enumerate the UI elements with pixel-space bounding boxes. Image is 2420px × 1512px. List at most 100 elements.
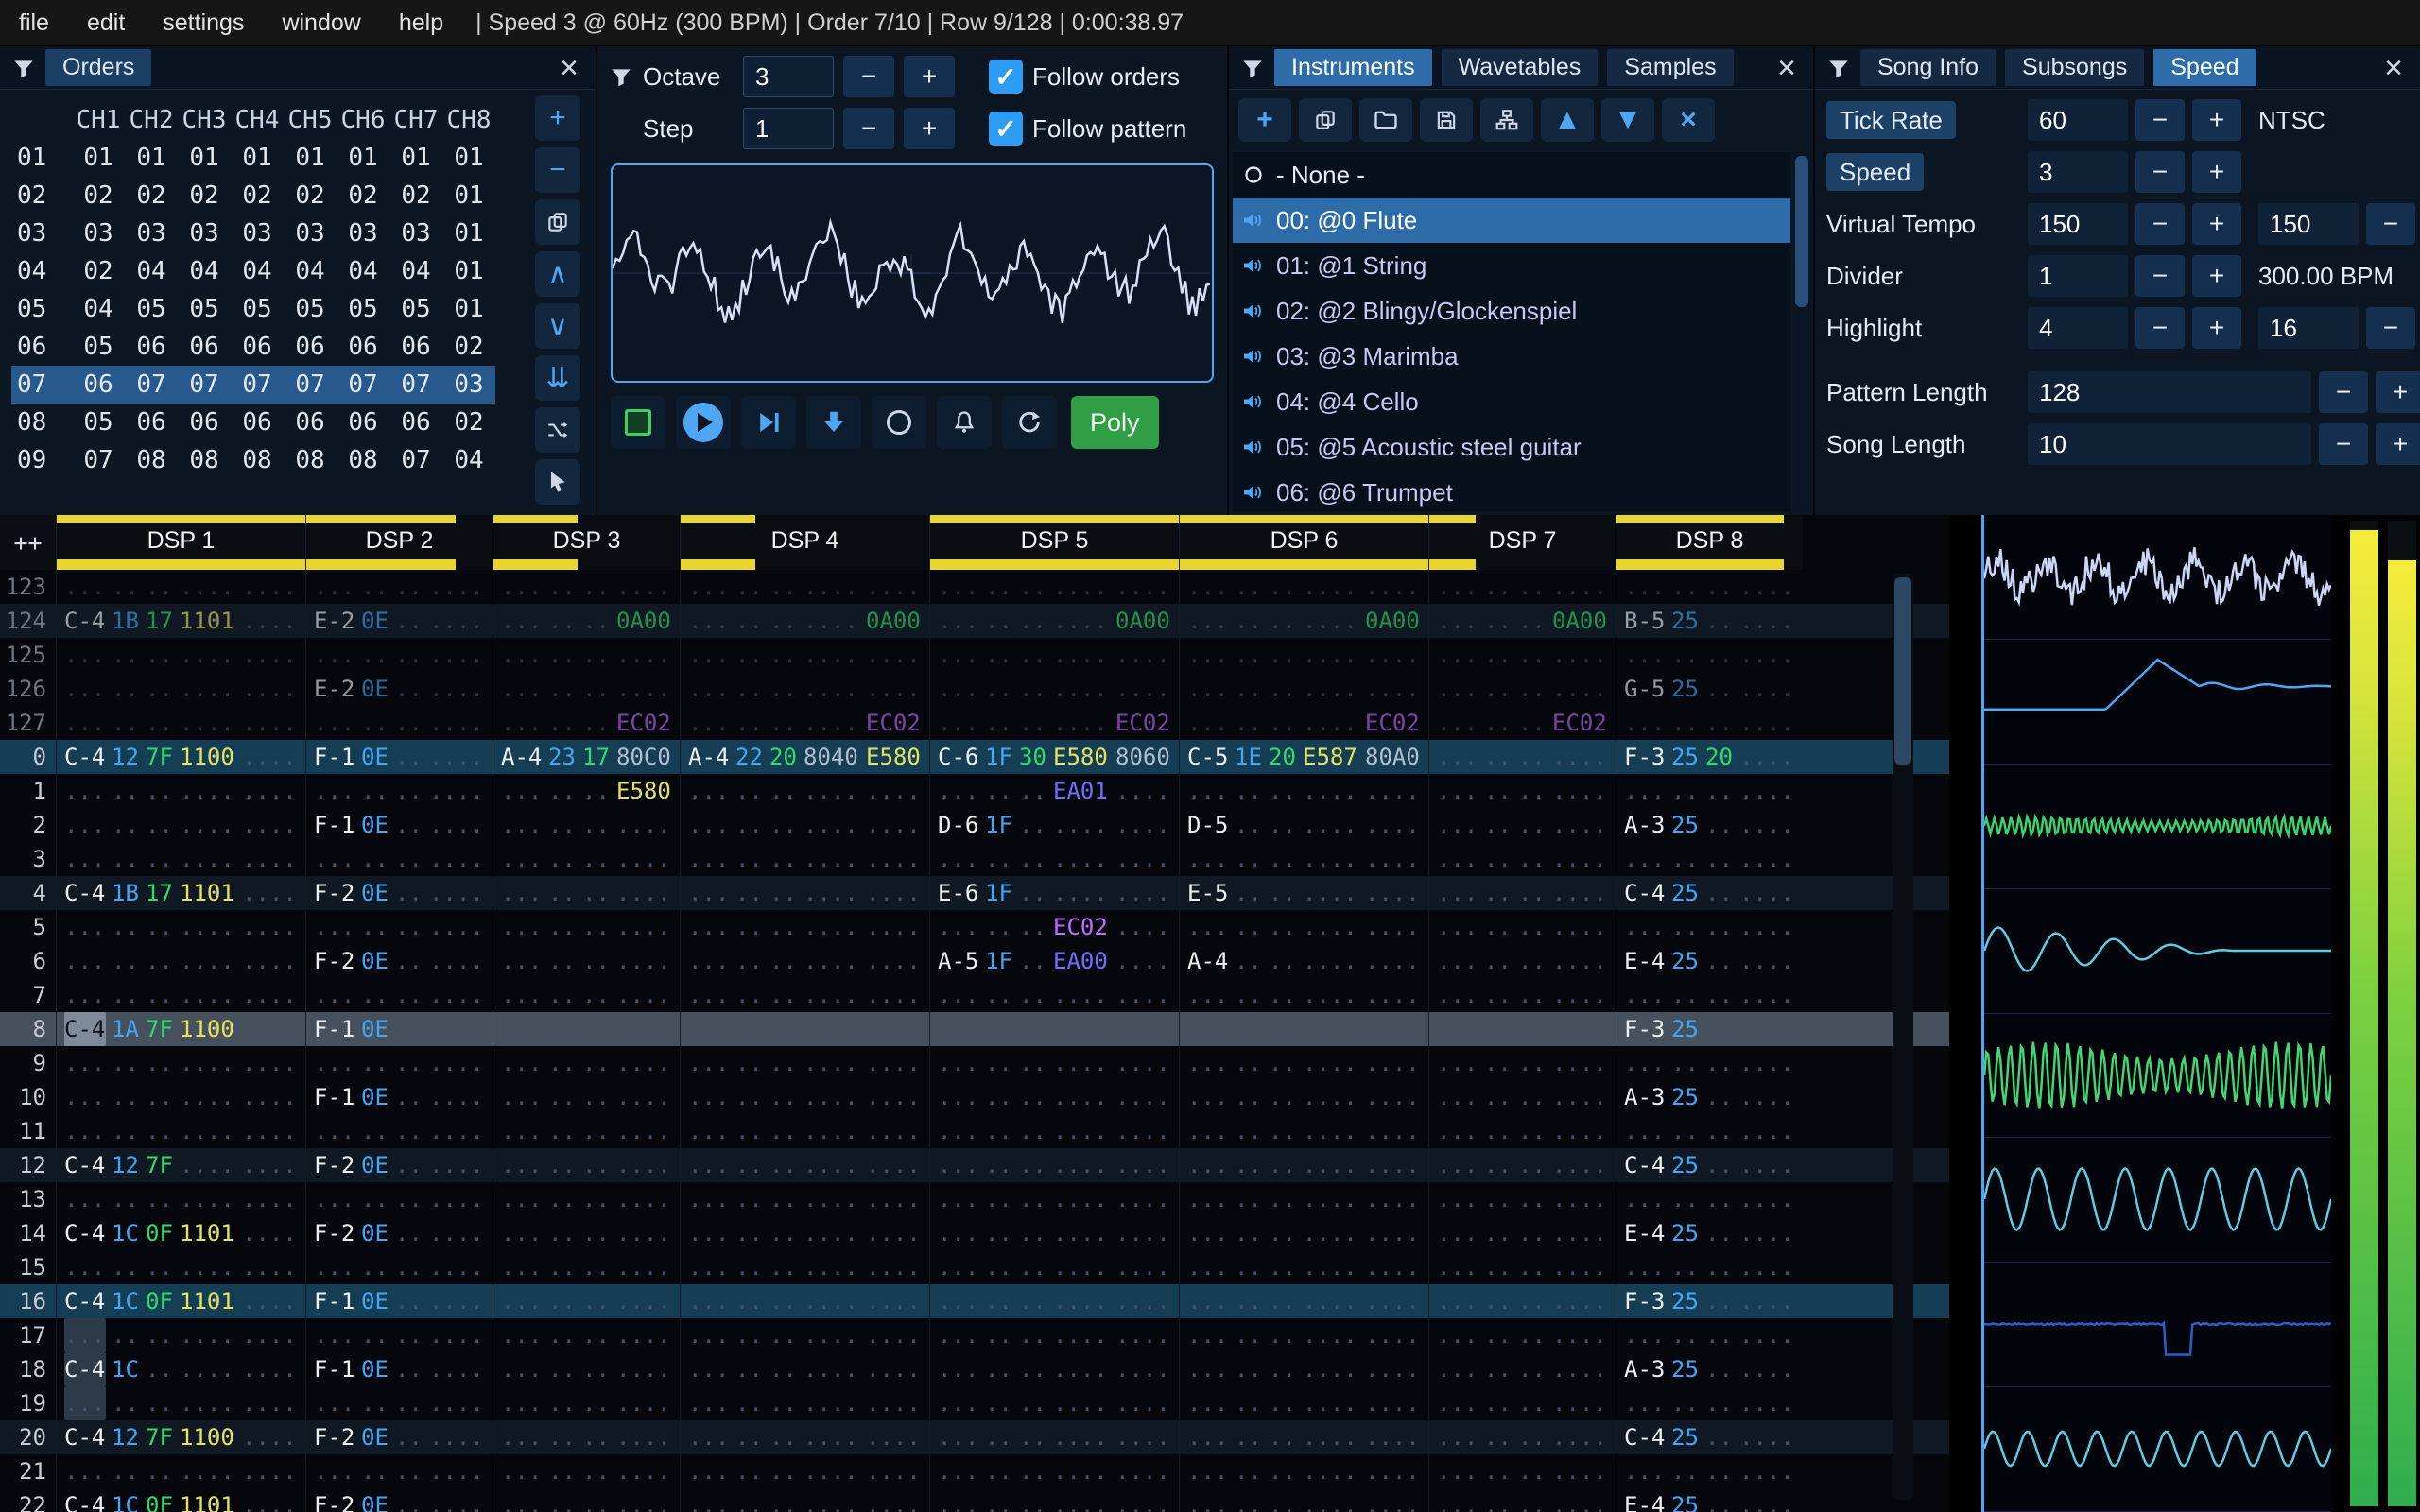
pattern-cell[interactable]: ............... [929,978,1179,1012]
pattern-cell[interactable]: ........... [493,570,680,604]
order-cell[interactable]: 03 [284,215,337,252]
pattern-cell[interactable]: ............... [56,808,305,842]
pattern-row-number[interactable]: 20 [0,1420,56,1454]
duplicate-instrument-button[interactable] [1299,98,1352,142]
pattern-cell[interactable]: ........... [1616,1114,1803,1148]
pattern-cell[interactable]: ............... [680,1488,929,1512]
pattern-row-number[interactable]: 21 [0,1454,56,1488]
order-cell[interactable]: 04 [231,252,284,290]
pattern-cell[interactable]: ........... [1616,978,1803,1012]
pattern-cell[interactable]: ........... [493,1454,680,1488]
pattern-cell[interactable]: ........... [1428,910,1616,944]
pattern-cell[interactable]: ........... [493,876,680,910]
pattern-cell[interactable]: ............... [680,1080,929,1114]
pattern-row-number[interactable]: 2 [0,808,56,842]
pattern-row-number[interactable]: 18 [0,1352,56,1386]
song-length-increase-button[interactable]: + [2376,423,2420,465]
pattern-cell[interactable]: ........... [305,1318,493,1352]
pattern-row-number[interactable]: 125 [0,638,56,672]
pattern-cell[interactable]: ........... [305,842,493,876]
pattern-cell[interactable]: A-4 22 20 8040 E580 [680,740,929,774]
pattern-cell[interactable]: ............... [1179,638,1428,672]
pattern-row-number[interactable]: 7 [0,978,56,1012]
pattern-cell[interactable]: ........... [1616,1318,1803,1352]
pattern-cell[interactable]: F-1 0E...... [305,1012,493,1046]
tick-rate-increase-button[interactable]: + [2192,99,2241,141]
order-cell[interactable]: 07 [389,366,442,404]
song-length-input[interactable]: 10 [2028,423,2311,465]
window-menu-icon[interactable] [609,64,633,89]
order-cell[interactable]: 01 [337,139,389,177]
pattern-cell[interactable]: C-4 1A 7F 1100.... [56,1012,305,1046]
order-cell[interactable]: 06 [284,404,337,441]
order-cell[interactable]: 02 [389,177,442,215]
step-decrease-button[interactable]: − [843,108,894,149]
pattern-cell[interactable]: ............... [680,808,929,842]
pattern-cell[interactable]: E-4 25...... [1616,1216,1803,1250]
order-row-number[interactable]: 07 [11,366,72,404]
pattern-row-number[interactable]: 17 [0,1318,56,1352]
pattern-cell[interactable]: ........... [305,1454,493,1488]
order-edit-mode-icon[interactable] [535,459,580,505]
divider-increase-button[interactable]: + [2192,255,2241,297]
order-row-number[interactable]: 06 [11,328,72,366]
step-input[interactable]: 1 [743,108,834,149]
pattern-cell[interactable]: ............... [1179,978,1428,1012]
pattern-cell[interactable]: C-4 1B 17 1101.... [56,876,305,910]
order-cell[interactable]: 05 [178,290,231,328]
pattern-cell[interactable]: ............... [680,1318,929,1352]
instrument-organize-icon[interactable] [1480,98,1533,142]
pattern-cell[interactable]: ............... [1179,1488,1428,1512]
pattern-cell[interactable]: E-4 25...... [1616,1488,1803,1512]
menu-item-file[interactable]: file [0,0,68,45]
pattern-cell[interactable]: ........... [1428,1284,1616,1318]
pattern-cell[interactable]: ........... [305,774,493,808]
pattern-cell[interactable]: ............... [929,842,1179,876]
order-cell[interactable]: 01 [389,139,442,177]
pattern-cell[interactable]: ........... [493,1420,680,1454]
order-cell[interactable]: 03 [442,366,495,404]
remove-order-button[interactable]: − [535,147,580,193]
pattern-cell[interactable]: A-5 1F.. EA00.... [929,944,1179,978]
pattern-cell[interactable]: ........... [305,706,493,740]
pattern-cell[interactable]: ........... EC02 [680,706,929,740]
pattern-cell[interactable]: ........... [1428,944,1616,978]
pattern-cell[interactable]: ........... 0A00 [929,604,1179,638]
pattern-cell[interactable]: C-4 1C 0F 1101.... [56,1488,305,1512]
pattern-cell[interactable]: C-4 12 7F 1100.... [56,740,305,774]
pattern-cell[interactable]: C-4 25...... [1616,1148,1803,1182]
channel-header-dsp-6[interactable]: DSP 6 [1179,515,1428,570]
pattern-cell[interactable]: A-4............ [1179,944,1428,978]
pattern-cell[interactable]: ............... [929,1488,1179,1512]
move-instrument-up-button[interactable]: ▲ [1541,98,1594,142]
pattern-cell[interactable]: ........... [1428,1046,1616,1080]
follow-pattern-checkbox[interactable]: ✓ [989,112,1023,146]
instrument-item[interactable]: 01: @1 String [1233,243,1790,288]
pattern-cell[interactable]: ............... [929,1318,1179,1352]
pattern-cell[interactable]: G-5 25...... [1616,672,1803,706]
pattern-cell[interactable]: ............... [1179,1148,1428,1182]
open-instrument-icon[interactable] [1359,98,1412,142]
window-menu-icon[interactable] [11,56,36,80]
pattern-row-number[interactable]: 3 [0,842,56,876]
record-button[interactable] [872,396,926,449]
order-cell[interactable]: 06 [72,366,125,404]
hl2-decrease-button[interactable]: − [2366,307,2415,349]
pattern-cell[interactable]: ............... [1179,1318,1428,1352]
order-cell[interactable]: 05 [72,404,125,441]
pattern-cell[interactable]: D-6 1F.......... [929,808,1179,842]
pattern-cell[interactable]: ............... [680,1250,929,1284]
pattern-cell[interactable]: ............... [929,570,1179,604]
order-cell[interactable]: 01 [442,252,495,290]
pattern-cell[interactable]: ............... [56,1046,305,1080]
tab-speed[interactable]: Speed [2153,49,2256,86]
order-cell[interactable]: 06 [178,328,231,366]
pattern-cell[interactable]: ........... 0A00 [1179,604,1428,638]
pattern-cell[interactable]: ............... [56,842,305,876]
pattern-cell[interactable]: ............... [56,774,305,808]
pattern-cell[interactable]: ........... [305,978,493,1012]
pattern-cell[interactable]: ............... [1179,1114,1428,1148]
instrument-item[interactable]: 00: @0 Flute [1233,198,1790,243]
pattern-cell[interactable]: F-2 0E...... [305,876,493,910]
pattern-cell[interactable]: ........... [1428,876,1616,910]
